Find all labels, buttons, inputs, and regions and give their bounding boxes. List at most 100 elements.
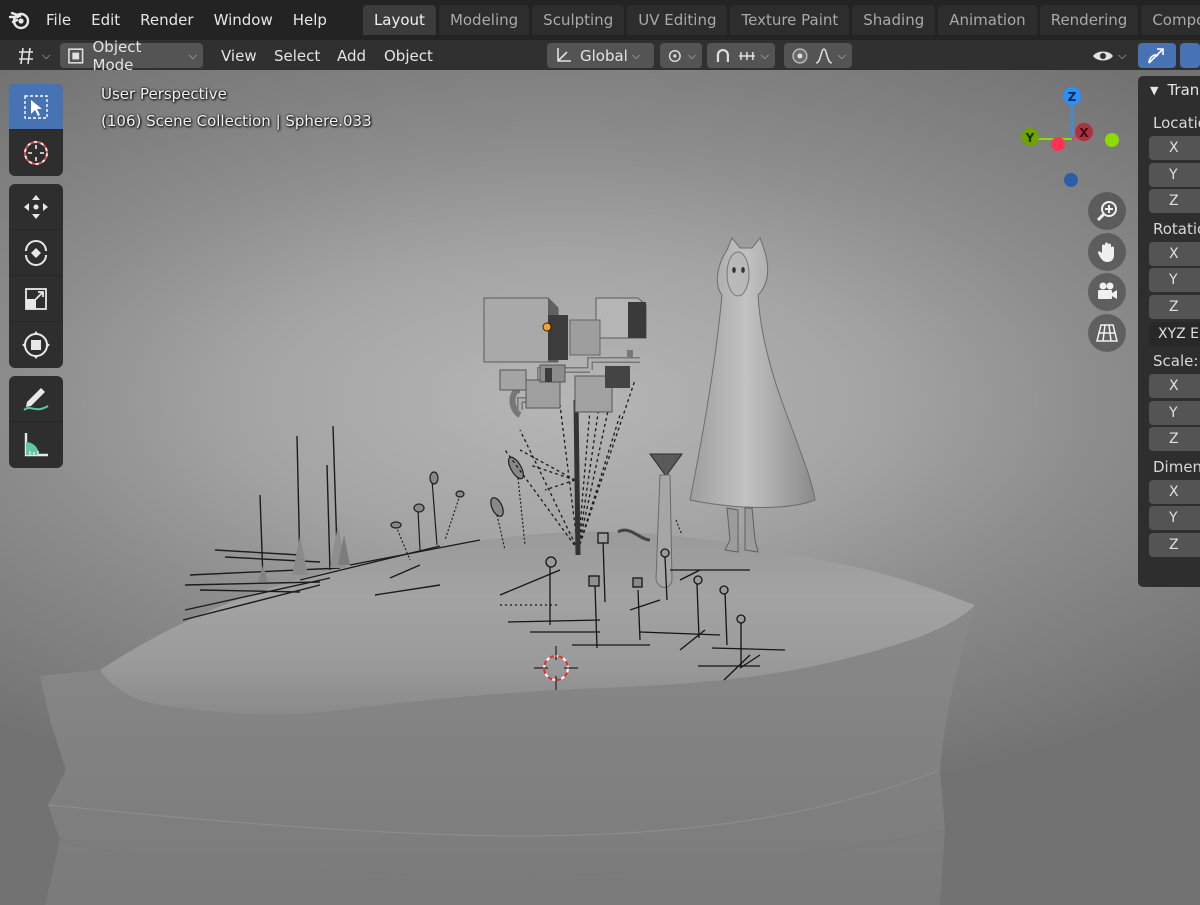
tab-uv-editing[interactable]: UV Editing	[627, 5, 728, 35]
dimensions-y-field[interactable]: Y	[1149, 506, 1200, 531]
rotation-z-field[interactable]: Z	[1149, 294, 1200, 319]
menu-edit[interactable]: Edit	[81, 0, 130, 40]
gizmo-z-label: Z	[1068, 90, 1077, 104]
chevron-down-icon: ⌵	[188, 48, 197, 62]
scale-z-field[interactable]: Z	[1149, 427, 1200, 452]
menu-select[interactable]: Select	[268, 43, 326, 68]
orientation-selector[interactable]: Global ⌵	[547, 43, 654, 68]
snap-increment-icon	[738, 51, 755, 60]
viewport-header: ⌵ Object Mode ⌵ View Select Add Object G…	[0, 38, 1200, 74]
overlays-toggle-button[interactable]	[1180, 43, 1200, 68]
pivot-icon	[668, 49, 681, 62]
eye-icon	[1093, 51, 1113, 60]
gizmo-y-label: Y	[1025, 131, 1035, 145]
select-tool-group	[9, 84, 63, 176]
location-label: Location:	[1153, 114, 1200, 132]
cloaked-character[interactable]	[689, 236, 816, 553]
mode-selector[interactable]: Object Mode ⌵	[60, 38, 203, 74]
transform-tool-group	[9, 184, 63, 368]
proportional-editing-group[interactable]: ⌵	[784, 43, 852, 68]
visibility-selector[interactable]: ⌵	[1086, 43, 1132, 68]
snapping-group[interactable]: ⌵	[707, 43, 775, 68]
location-y-field[interactable]: Y	[1149, 162, 1200, 187]
annotate-tool-group	[9, 376, 63, 468]
pivot-selector[interactable]: ⌵	[660, 43, 702, 68]
gizmo-neg-x-axis[interactable]	[1051, 137, 1065, 151]
menu-object[interactable]: Object	[378, 43, 439, 68]
rotation-y-field[interactable]: Y	[1149, 268, 1200, 293]
selected-origin-dot	[542, 322, 552, 332]
camera-view-button[interactable]	[1088, 273, 1126, 311]
mode-label: Object Mode	[92, 37, 142, 74]
tab-animation[interactable]: Animation	[938, 5, 1037, 35]
rotation-x-field[interactable]: X	[1149, 241, 1200, 266]
ortho-toggle-button[interactable]	[1088, 314, 1126, 352]
scale-y-field[interactable]: Y	[1149, 400, 1200, 425]
rotation-mode-select[interactable]: XYZ Euler	[1149, 321, 1200, 346]
move-tool[interactable]	[9, 184, 63, 230]
tab-layout[interactable]: Layout	[362, 5, 436, 35]
chevron-down-icon: ⌵	[760, 48, 769, 62]
menu-file[interactable]: File	[36, 0, 81, 40]
rotate-tool[interactable]	[9, 230, 63, 276]
falloff-curve-icon	[815, 47, 832, 64]
cursor-tool[interactable]	[9, 130, 63, 176]
cursor-icon	[24, 141, 48, 165]
scale-label: Scale:	[1153, 351, 1199, 370]
location-x-field[interactable]: X	[1149, 136, 1200, 160]
zoom-button[interactable]	[1088, 192, 1126, 230]
move-icon	[24, 194, 48, 219]
rotation-label: Rotation:	[1153, 219, 1200, 238]
gizmo-neg-y-axis[interactable]	[1105, 133, 1119, 147]
dimensions-label: Dimensions:	[1153, 457, 1200, 476]
transform-sidebar: ▼ Transform Location: X Y Z Rotation: X …	[1138, 76, 1200, 587]
menu-render[interactable]: Render	[130, 0, 203, 40]
transform-orientation-icon	[557, 47, 571, 62]
editor-type-selector[interactable]: ⌵	[10, 43, 56, 68]
collapse-triangle-icon: ▼	[1150, 83, 1159, 97]
dimensions-z-field[interactable]: Z	[1149, 532, 1200, 557]
chevron-down-icon: ⌵	[631, 48, 641, 62]
menu-view[interactable]: View	[215, 43, 263, 68]
scene-render[interactable]	[0, 70, 1200, 905]
tab-compositing[interactable]: Compositing	[1141, 5, 1200, 35]
transform-tool[interactable]	[9, 322, 63, 368]
measure-tool[interactable]	[9, 422, 63, 468]
blender-logo-icon[interactable]	[8, 5, 32, 35]
gizmo-neg-z-axis[interactable]	[1064, 173, 1078, 187]
tab-shading[interactable]: Shading	[852, 5, 936, 35]
magnet-icon	[716, 48, 729, 62]
navigation-gizmo[interactable]: Z Y X	[1010, 82, 1130, 192]
menu-window[interactable]: Window	[204, 0, 283, 40]
dimensions-x-field[interactable]: X	[1149, 479, 1200, 504]
menu-help[interactable]: Help	[283, 0, 337, 40]
select-box-tool[interactable]	[9, 84, 63, 130]
gizmo-x-label: X	[1079, 126, 1089, 140]
annotate-tool[interactable]	[9, 376, 63, 422]
scale-x-field[interactable]: X	[1149, 373, 1200, 398]
location-z-field[interactable]: Z	[1149, 189, 1200, 214]
tab-rendering[interactable]: Rendering	[1039, 5, 1139, 35]
camera-icon	[1098, 282, 1117, 299]
transform-icon	[22, 331, 50, 359]
object-mode-icon	[68, 47, 84, 64]
collection-label: (106) Scene Collection | Sphere.033	[101, 112, 372, 130]
grid-editor-icon	[19, 47, 33, 64]
gizmo-toggle-button[interactable]	[1138, 43, 1176, 68]
tab-texture-paint[interactable]: Texture Paint	[730, 5, 850, 35]
main-menu: File Edit Render Window Help	[36, 0, 337, 40]
measure-ruler-icon	[24, 433, 48, 457]
tab-sculpting[interactable]: Sculpting	[532, 5, 625, 35]
chevron-down-icon: ⌵	[1118, 48, 1127, 62]
top-bar: File Edit Render Window Help Layout Mode…	[0, 0, 1200, 40]
gizmo-icon	[1148, 47, 1164, 64]
tab-modeling[interactable]: Modeling	[438, 5, 530, 35]
tree-structure[interactable]	[483, 297, 647, 556]
pan-button[interactable]	[1088, 233, 1126, 271]
rotate-icon	[25, 239, 47, 266]
transform-panel-header[interactable]: ▼ Transform	[1138, 76, 1200, 104]
terrain-mesh[interactable]	[40, 531, 975, 905]
menu-add[interactable]: Add	[331, 43, 372, 68]
3d-viewport[interactable]: User Perspective (106) Scene Collection …	[0, 70, 1200, 905]
scale-tool[interactable]	[9, 276, 63, 322]
